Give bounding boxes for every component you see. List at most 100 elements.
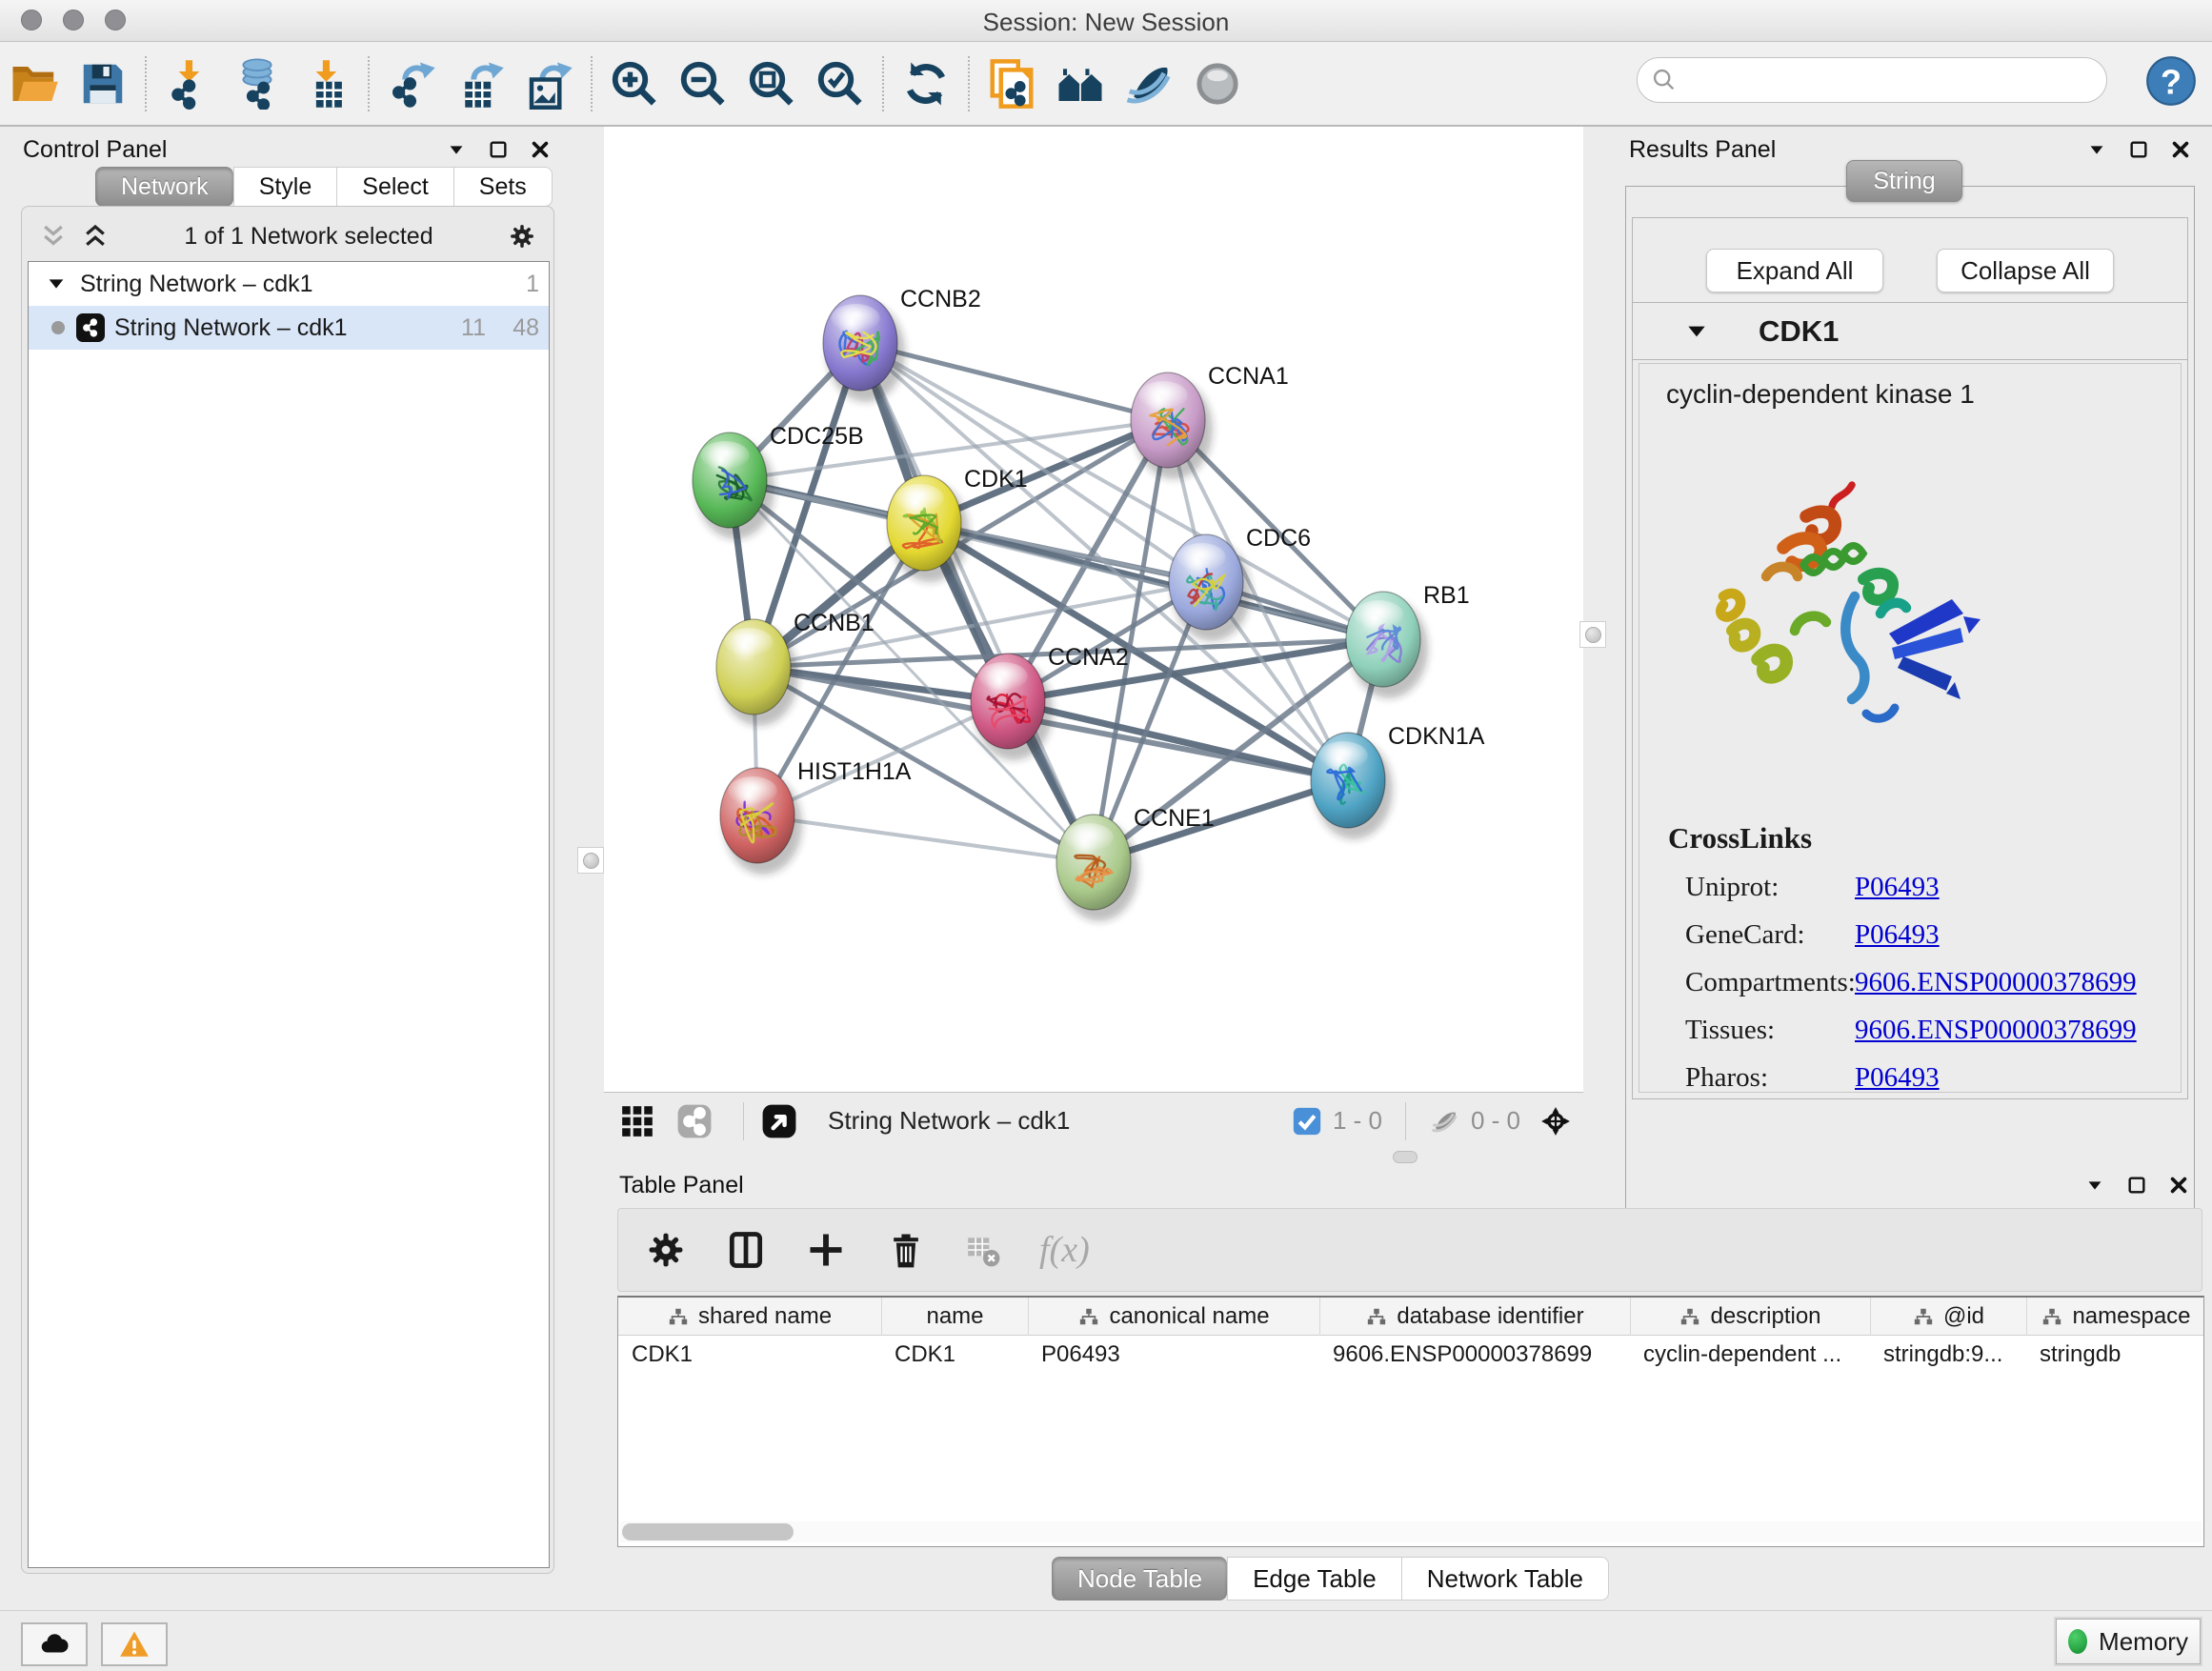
- right-splitter-handle[interactable]: [1579, 621, 1606, 648]
- table-cell[interactable]: cyclin-dependent ...: [1630, 1338, 1870, 1372]
- import-network-button[interactable]: [154, 54, 223, 113]
- warnings-button[interactable]: [101, 1622, 168, 1666]
- crosslink-link[interactable]: 9606.ENSP00000378699: [1855, 1015, 2137, 1046]
- network-row[interactable]: String Network – cdk1 11 48: [29, 306, 549, 350]
- delete-column-trash-icon[interactable]: [885, 1229, 927, 1271]
- hidden-eye-slash-icon[interactable]: [1429, 1105, 1461, 1137]
- column-header-description[interactable]: description: [1630, 1298, 1870, 1336]
- column-header-name[interactable]: name: [881, 1298, 1028, 1336]
- collapse-all-networks-icon[interactable]: [39, 222, 68, 251]
- section-collapse-icon[interactable]: [1684, 319, 1709, 344]
- horizontal-splitter-handle[interactable]: [1393, 1151, 1418, 1163]
- import-table-button[interactable]: [292, 54, 360, 113]
- zoom-selected-icon: [814, 58, 866, 110]
- table-options-gear-icon[interactable]: [645, 1229, 687, 1271]
- zoom-out-icon: [677, 58, 729, 110]
- left-splitter-handle[interactable]: [577, 847, 604, 874]
- network-edge: [757, 815, 1094, 862]
- table-cell[interactable]: P06493: [1028, 1338, 1319, 1372]
- crosslink-link[interactable]: P06493: [1855, 1062, 1940, 1094]
- tab-network-table[interactable]: Network Table: [1401, 1557, 1609, 1601]
- network-node-CCNB1[interactable]: CCNB1: [716, 610, 875, 726]
- apply-layout-button[interactable]: [892, 54, 960, 113]
- scrollbar-thumb[interactable]: [622, 1523, 794, 1540]
- tab-sets[interactable]: Sets: [453, 167, 553, 207]
- network-share-icon[interactable]: [673, 1099, 716, 1143]
- crosslink-link[interactable]: P06493: [1855, 872, 1940, 903]
- tab-network[interactable]: Network: [95, 167, 233, 207]
- open-session-button[interactable]: [0, 54, 69, 113]
- network-canvas[interactable]: CDK1CCNB1CCNB2CCNA1CCNA2CCNE1CDC25BCDC6C…: [604, 127, 1583, 1092]
- panel-menu-icon[interactable]: [446, 139, 467, 160]
- tab-string[interactable]: String: [1846, 160, 1962, 202]
- network-node-CCNA2[interactable]: CCNA2: [971, 644, 1129, 760]
- save-session-button[interactable]: [69, 54, 137, 113]
- column-header--id[interactable]: @id: [1870, 1298, 2026, 1336]
- grid-view-icon[interactable]: [615, 1099, 659, 1143]
- tab-style[interactable]: Style: [233, 167, 337, 207]
- table-cell[interactable]: stringdb: [2026, 1338, 2204, 1372]
- tab-edge-table[interactable]: Edge Table: [1227, 1557, 1401, 1601]
- network-collection-row[interactable]: String Network – cdk1 1: [29, 262, 549, 306]
- import-network-from-database-button[interactable]: [223, 54, 292, 113]
- table-cell[interactable]: 9606.ENSP00000378699: [1319, 1338, 1630, 1372]
- network-selection-status: 1 of 1 Network selected: [110, 223, 508, 251]
- show-graphics-details-button[interactable]: [1183, 54, 1252, 113]
- cloud-status-button[interactable]: [21, 1622, 88, 1666]
- column-header-database-identifier[interactable]: database identifier: [1319, 1298, 1630, 1336]
- expand-all-networks-icon[interactable]: [81, 222, 110, 251]
- birds-eye-view-icon[interactable]: [757, 1099, 801, 1143]
- export-image-button[interactable]: [514, 54, 583, 113]
- column-header-namespace[interactable]: namespace: [2026, 1298, 2204, 1336]
- network-node-CCNE1[interactable]: CCNE1: [1056, 805, 1215, 921]
- table-cell[interactable]: stringdb:9...: [1870, 1338, 2026, 1372]
- panel-float-icon[interactable]: [2126, 1175, 2147, 1196]
- zoom-in-button[interactable]: [600, 54, 669, 113]
- panel-close-icon[interactable]: [530, 139, 551, 160]
- create-column-plus-icon[interactable]: [805, 1229, 847, 1271]
- network-node-CDK1[interactable]: CDK1: [887, 466, 1028, 582]
- panel-menu-icon[interactable]: [2084, 1175, 2105, 1196]
- home-button[interactable]: [1046, 54, 1115, 113]
- export-network-button[interactable]: [377, 54, 446, 113]
- crosslink-link[interactable]: 9606.ENSP00000378699: [1855, 967, 2137, 998]
- export-table-button[interactable]: [446, 54, 514, 113]
- clone-network-button[interactable]: [977, 54, 1046, 113]
- table-cell[interactable]: CDK1: [881, 1338, 1028, 1372]
- table-cell[interactable]: CDK1: [618, 1338, 881, 1372]
- collapse-all-button[interactable]: Collapse All: [1937, 249, 2114, 292]
- hide-unhide-button[interactable]: [1115, 54, 1183, 113]
- network-node-CDC6[interactable]: CDC6: [1169, 525, 1311, 641]
- zoom-fit-button[interactable]: [737, 54, 806, 113]
- panel-close-icon[interactable]: [2170, 139, 2191, 160]
- column-header-shared-name[interactable]: shared name: [618, 1298, 881, 1336]
- panel-close-icon[interactable]: [2168, 1175, 2189, 1196]
- network-node-RB1[interactable]: RB1: [1346, 582, 1470, 698]
- crosslink-link[interactable]: P06493: [1855, 919, 1940, 951]
- network-node-CCNB2[interactable]: CCNB2: [823, 286, 981, 402]
- network-node-CDKN1A[interactable]: CDKN1A: [1311, 723, 1485, 839]
- fit-selected-crosshair-icon[interactable]: [1539, 1105, 1572, 1137]
- zoom-selected-button[interactable]: [806, 54, 875, 113]
- network-options-gear-icon[interactable]: [508, 222, 536, 251]
- network-node-CDC25B[interactable]: CDC25B: [693, 423, 864, 539]
- panel-float-icon[interactable]: [2128, 139, 2149, 160]
- tab-node-table[interactable]: Node Table: [1052, 1557, 1227, 1601]
- column-header-canonical-name[interactable]: canonical name: [1028, 1298, 1319, 1336]
- panel-float-icon[interactable]: [488, 139, 509, 160]
- panel-menu-icon[interactable]: [2086, 139, 2107, 160]
- node-label: CDK1: [964, 466, 1028, 493]
- control-panel-title: Control Panel: [23, 136, 167, 164]
- tab-select[interactable]: Select: [336, 167, 452, 207]
- memory-button[interactable]: Memory: [2056, 1619, 2201, 1664]
- show-columns-icon[interactable]: [725, 1229, 767, 1271]
- zoom-out-button[interactable]: [669, 54, 737, 113]
- column-type-icon: [1366, 1306, 1387, 1327]
- search-input[interactable]: [1685, 67, 2106, 93]
- expand-all-button[interactable]: Expand All: [1706, 249, 1883, 292]
- network-node-HIST1H1A[interactable]: HIST1H1A: [720, 758, 912, 875]
- tree-expand-icon[interactable]: [46, 273, 67, 294]
- help-button[interactable]: ?: [2145, 55, 2197, 107]
- column-type-icon: [668, 1306, 689, 1327]
- selected-checkbox-icon[interactable]: [1291, 1105, 1323, 1137]
